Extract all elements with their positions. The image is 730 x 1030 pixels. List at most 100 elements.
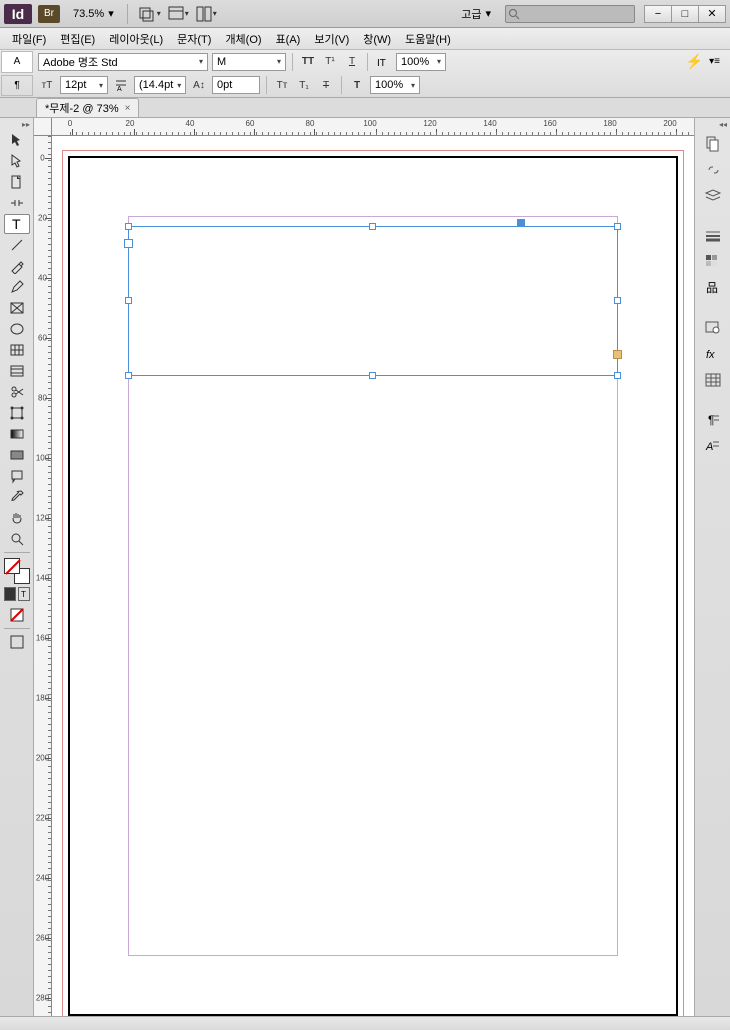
type-tool[interactable]: T <box>4 214 30 234</box>
pencil-tool[interactable] <box>4 277 30 297</box>
view-options-icon[interactable]: ▾ <box>139 4 161 24</box>
arrange-docs-icon[interactable]: ▾ <box>195 4 217 24</box>
zoom-dropdown[interactable]: 73.5% ▾ <box>68 5 119 22</box>
paragraph-styles-panel-icon[interactable]: ¶ <box>700 409 726 431</box>
superscript-button[interactable]: T¹ <box>321 53 339 71</box>
horiz-scale-combo[interactable]: 100%▾ <box>370 76 420 94</box>
horizontal-grid-tool[interactable] <box>4 361 30 381</box>
strikethrough-button[interactable]: T <box>317 76 335 94</box>
quick-apply-icon[interactable]: ⚡ <box>686 53 703 70</box>
paragraph-mode-button[interactable]: ¶ <box>1 75 33 97</box>
expand-panels-icon[interactable]: ◂◂ <box>695 120 730 129</box>
hand-tool[interactable] <box>4 508 30 528</box>
resize-handle[interactable] <box>614 372 621 379</box>
frame-anchor-icon[interactable] <box>517 219 525 227</box>
subscript-button[interactable]: T₁ <box>295 76 313 94</box>
search-field[interactable] <box>505 5 635 23</box>
vertical-ruler[interactable]: 0 20 40 60 80 100 120 140 160 180 200 22… <box>34 136 52 1016</box>
note-tool[interactable] <box>4 466 30 486</box>
menu-help[interactable]: 도움말(H) <box>399 29 457 49</box>
swatches-panel-icon[interactable] <box>700 251 726 273</box>
eyedropper-tool[interactable] <box>4 487 30 507</box>
resize-handle[interactable] <box>125 372 132 379</box>
resize-handle[interactable] <box>614 297 621 304</box>
menu-object[interactable]: 개체(O) <box>219 29 267 49</box>
menu-window[interactable]: 창(W) <box>357 29 397 49</box>
underline-button[interactable]: T <box>343 53 361 71</box>
text-frame[interactable] <box>128 226 618 376</box>
format-text-icon[interactable]: T <box>18 587 30 601</box>
ellipse-tool[interactable] <box>4 319 30 339</box>
resize-handle[interactable] <box>369 223 376 230</box>
font-family-combo[interactable]: Adobe 명조 Std▾ <box>38 53 208 71</box>
font-size-combo[interactable]: 12pt▾ <box>60 76 108 94</box>
view-mode-button[interactable] <box>4 632 30 652</box>
gradient-feather-tool[interactable] <box>4 445 30 465</box>
horizontal-ruler[interactable]: 0 20 40 60 80 100 120 140 160 180 200 <box>52 118 694 136</box>
menu-view[interactable]: 보기(V) <box>308 29 355 49</box>
chevron-down-icon: ▾ <box>199 57 203 66</box>
resize-handle[interactable] <box>125 223 132 230</box>
page[interactable] <box>68 156 678 1016</box>
object-styles-panel-icon[interactable] <box>700 317 726 339</box>
font-style-combo[interactable]: M▾ <box>212 53 286 71</box>
menu-layout[interactable]: 레이아웃(L) <box>103 29 169 49</box>
zoom-tool[interactable] <box>4 529 30 549</box>
viewport[interactable] <box>52 136 694 1016</box>
character-styles-panel-icon[interactable]: A <box>700 435 726 457</box>
fill-stroke-swatch[interactable] <box>4 558 30 584</box>
menu-file[interactable]: 파일(F) <box>6 29 52 49</box>
chevron-down-icon: ▾ <box>485 7 491 20</box>
free-transform-tool[interactable] <box>4 403 30 423</box>
line-tool[interactable] <box>4 235 30 255</box>
menu-table[interactable]: 표(A) <box>270 29 307 49</box>
page-tool[interactable] <box>4 172 30 192</box>
bridge-badge[interactable]: Br <box>38 5 60 23</box>
text-in-port[interactable] <box>124 239 133 248</box>
all-caps-button[interactable]: TT <box>299 53 317 71</box>
scissors-tool[interactable] <box>4 382 30 402</box>
chevron-down-icon: ▾ <box>108 7 114 20</box>
menu-type[interactable]: 문자(T) <box>171 29 217 49</box>
gradient-swatch-tool[interactable] <box>4 424 30 444</box>
format-affects-container[interactable]: T <box>4 587 30 601</box>
menu-edit[interactable]: 편집(E) <box>54 29 101 49</box>
rectangle-frame-tool[interactable] <box>4 298 30 318</box>
canvas[interactable]: 0 20 40 60 80 100 120 140 160 180 200 0 … <box>34 118 694 1016</box>
text-out-port[interactable] <box>613 350 622 359</box>
workspace-switcher[interactable]: 고급 ▾ <box>455 4 497 24</box>
format-container-icon[interactable] <box>4 587 16 601</box>
screen-mode-icon[interactable]: ▾ <box>167 4 189 24</box>
gap-tool[interactable] <box>4 193 30 213</box>
leading-combo[interactable]: (14.4pt▾ <box>134 76 186 94</box>
collapse-toolbox-icon[interactable]: ▸▸ <box>22 120 33 129</box>
effects-panel-icon[interactable]: fx <box>700 343 726 365</box>
maximize-button[interactable]: □ <box>671 5 699 23</box>
stroke-panel-icon[interactable] <box>700 225 726 247</box>
baseline-shift-combo[interactable]: 0pt <box>212 76 260 94</box>
ruler-origin[interactable] <box>34 118 52 136</box>
svg-text:A: A <box>705 441 713 453</box>
small-caps-button[interactable]: Tт <box>273 76 291 94</box>
vert-scale-combo[interactable]: 100%▾ <box>396 53 446 71</box>
resize-handle[interactable] <box>125 297 132 304</box>
fill-swatch[interactable] <box>4 558 20 574</box>
cjk-panel-icon[interactable]: 品 <box>700 277 726 299</box>
pen-tool[interactable] <box>4 256 30 276</box>
resize-handle[interactable] <box>369 372 376 379</box>
panel-menu-icon[interactable]: ▾≡ <box>709 56 720 67</box>
character-mode-button[interactable]: A <box>1 51 33 73</box>
close-button[interactable]: ✕ <box>698 5 726 23</box>
document-tab[interactable]: *무제-2 @ 73% × <box>36 98 139 117</box>
close-tab-icon[interactable]: × <box>125 103 131 114</box>
layers-panel-icon[interactable] <box>700 185 726 207</box>
table-mini-tool[interactable] <box>4 340 30 360</box>
table-panel-icon[interactable] <box>700 369 726 391</box>
links-panel-icon[interactable] <box>700 159 726 181</box>
direct-selection-tool[interactable] <box>4 151 30 171</box>
resize-handle[interactable] <box>614 223 621 230</box>
apply-none-button[interactable] <box>4 605 30 625</box>
minimize-button[interactable]: − <box>644 5 672 23</box>
pages-panel-icon[interactable] <box>700 133 726 155</box>
selection-tool[interactable] <box>4 130 30 150</box>
